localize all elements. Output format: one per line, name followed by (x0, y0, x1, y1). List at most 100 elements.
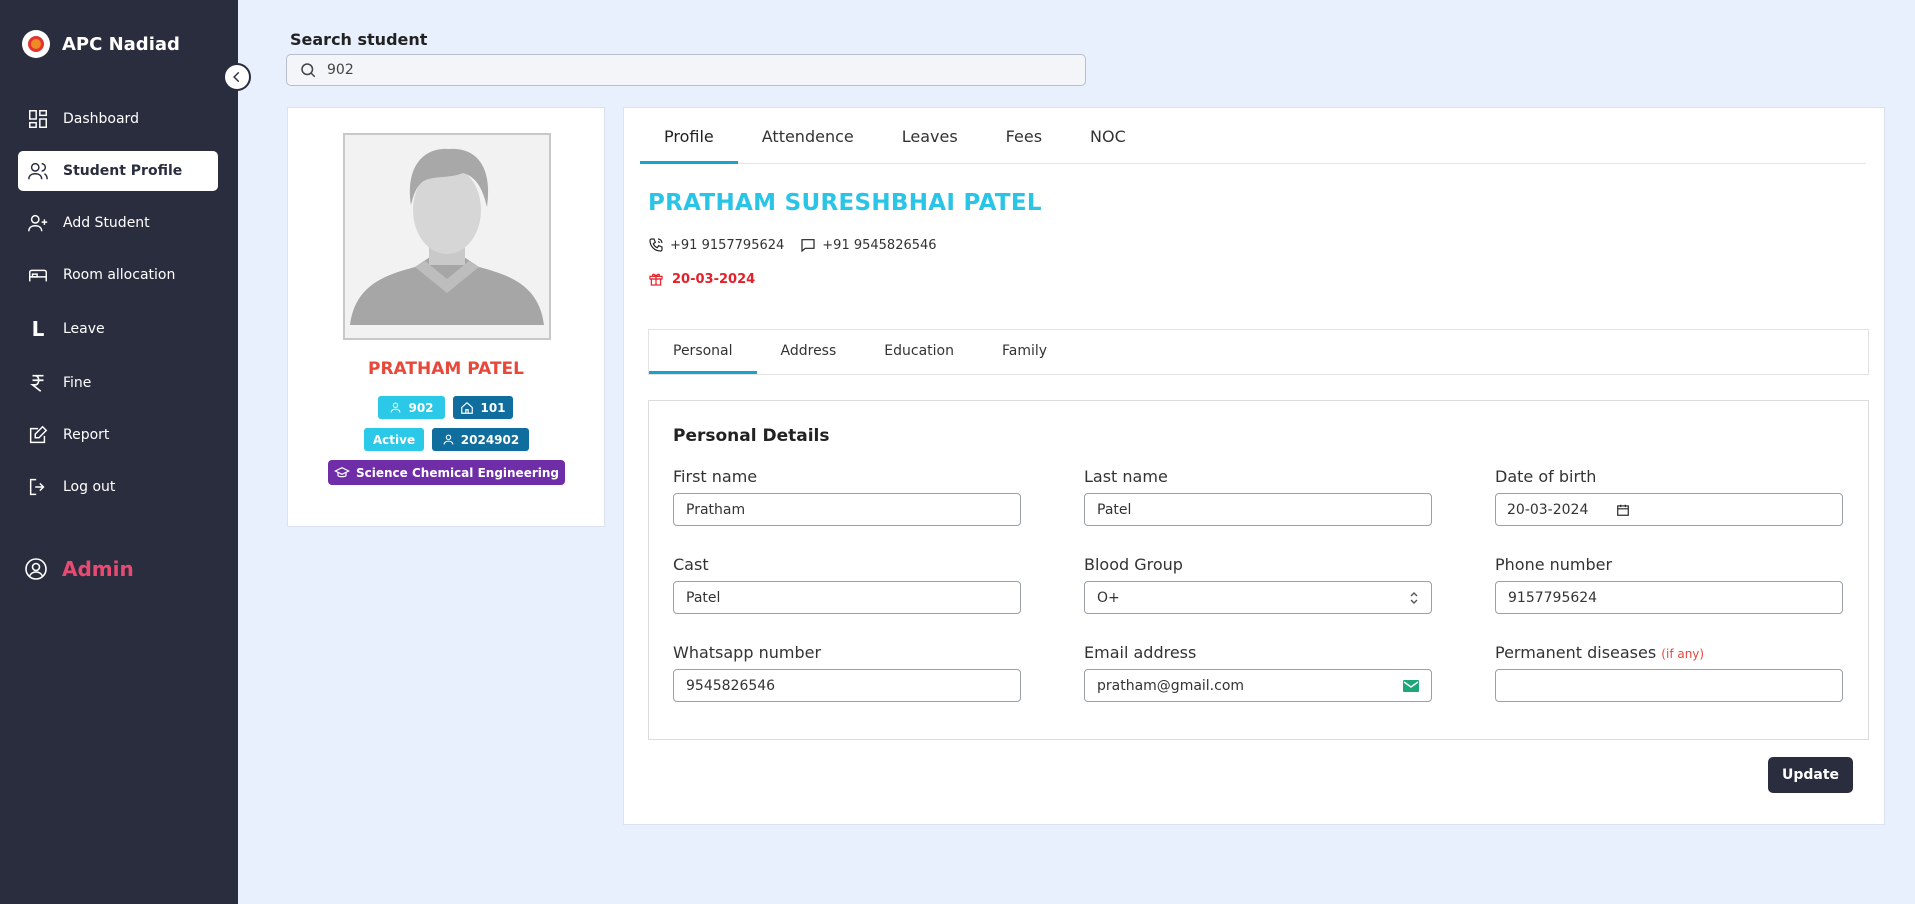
dob-value: 20-03-2024 (1507, 501, 1589, 518)
sidebar-item-label: Leave (63, 321, 105, 337)
email-field: Email address pratham@gmail.com (1084, 643, 1432, 702)
tab-leaves[interactable]: Leaves (878, 122, 982, 164)
student-full-name: PRATHAM SURESHBHAI PATEL (648, 190, 1042, 216)
sidebar-item-label: Student Profile (63, 163, 183, 179)
first-name-input[interactable] (673, 493, 1021, 526)
profile-tabs: Profile Attendence Leaves Fees NOC (640, 122, 1866, 164)
profile-card: PRATHAM PATEL 902 101 Active 2024902 Sci… (287, 107, 605, 527)
main-panel: Profile Attendence Leaves Fees NOC PRATH… (623, 107, 1885, 825)
tab-profile[interactable]: Profile (640, 122, 738, 164)
sidebar-collapse-button[interactable] (223, 63, 251, 91)
search-bar[interactable] (286, 54, 1086, 86)
admin-user[interactable]: Admin (24, 557, 134, 581)
phone-contact[interactable]: +91 9157795624 (648, 237, 784, 253)
subtab-education[interactable]: Education (860, 330, 978, 374)
user-plus-icon (28, 214, 48, 232)
detail-subtabs: Personal Address Education Family (648, 329, 1869, 375)
tab-noc[interactable]: NOC (1066, 122, 1150, 164)
field-label: Date of birth (1495, 467, 1597, 486)
blood-group-select[interactable]: O+ (1084, 581, 1432, 614)
subtab-personal[interactable]: Personal (649, 330, 757, 374)
sidebar-item-label: Log out (63, 479, 116, 495)
user-circle-icon (25, 558, 47, 580)
whatsapp-input[interactable] (673, 669, 1021, 702)
sidebar-item-student-profile[interactable]: Student Profile (18, 151, 218, 191)
sidebar-item-label: Add Student (63, 215, 150, 231)
field-label: Phone number (1495, 555, 1613, 574)
section-title: Personal Details (673, 426, 830, 446)
calendar-icon[interactable] (1616, 503, 1630, 517)
field-label: Cast (673, 555, 709, 574)
sidebar: APC Nadiad Dashboard Student Profile Add… (0, 0, 238, 904)
field-label: Whatsapp number (673, 643, 822, 662)
status-badge: Active (364, 428, 424, 451)
search-input[interactable] (327, 62, 1027, 78)
field-label: Blood Group (1084, 555, 1183, 574)
admin-label: Admin (62, 557, 134, 581)
blood-group-field: Blood Group O+ (1084, 555, 1432, 614)
select-arrows-icon (1410, 591, 1418, 604)
field-label: First name (673, 467, 758, 486)
update-button[interactable]: Update (1768, 757, 1853, 793)
diseases-input[interactable] (1495, 669, 1843, 702)
enrollment-badge: 2024902 (432, 428, 529, 451)
user-icon (391, 402, 401, 413)
last-name-input[interactable] (1084, 493, 1432, 526)
student-id-badge: 902 (378, 396, 445, 419)
field-label: Last name (1084, 467, 1168, 486)
sidebar-item-add-student[interactable]: Add Student (18, 203, 218, 243)
email-value: pratham@gmail.com (1097, 677, 1245, 694)
subtab-family[interactable]: Family (978, 330, 1071, 374)
phone-input[interactable] (1495, 581, 1843, 614)
letter-l-icon: L (31, 317, 45, 341)
avatar (343, 133, 551, 340)
user-icon (443, 434, 454, 445)
sidebar-item-fine[interactable]: Fine (18, 363, 218, 403)
whatsapp-field: Whatsapp number (673, 643, 1021, 702)
brand[interactable]: APC Nadiad (22, 30, 180, 58)
chevron-left-icon (233, 71, 240, 83)
search-icon (301, 63, 316, 78)
sidebar-item-label: Room allocation (63, 267, 176, 283)
sidebar-item-label: Fine (63, 375, 92, 391)
whatsapp-text: +91 9545826546 (822, 237, 937, 253)
profile-name: PRATHAM PATEL (368, 359, 524, 379)
tab-fees[interactable]: Fees (982, 122, 1066, 164)
phone-text: +91 9157795624 (670, 237, 785, 253)
personal-details-form: Personal Details First name Last name Da… (648, 400, 1869, 740)
dashboard-icon (29, 110, 47, 128)
diseases-label: Permanent diseases (1495, 643, 1657, 662)
contact-row: +91 9157795624 +91 9545826546 (648, 237, 937, 253)
first-name-field: First name (673, 467, 1021, 526)
sidebar-item-report[interactable]: Report (18, 415, 218, 455)
tab-attendence[interactable]: Attendence (738, 122, 878, 164)
sidebar-item-dashboard[interactable]: Dashboard (18, 99, 218, 139)
sidebar-item-room-allocation[interactable]: Room allocation (18, 255, 218, 295)
dob-field: Date of birth 20-03-2024 (1495, 467, 1843, 526)
whatsapp-contact[interactable]: +91 9545826546 (800, 237, 937, 253)
logout-icon (29, 478, 45, 496)
sidebar-item-logout[interactable]: Log out (18, 467, 218, 507)
graduation-cap-icon (333, 466, 350, 477)
diseases-field: Permanent diseases (if any) (1495, 643, 1843, 702)
home-icon (461, 401, 474, 414)
report-edit-icon (29, 425, 48, 444)
users-icon (28, 162, 48, 180)
email-input[interactable]: pratham@gmail.com (1084, 669, 1432, 702)
dob-input[interactable]: 20-03-2024 (1495, 493, 1843, 526)
status-value: Active (372, 432, 416, 447)
room-badge: 101 (453, 396, 513, 419)
course-value: Science Chemical Engineering (355, 465, 559, 480)
cast-input[interactable] (673, 581, 1021, 614)
brand-name: APC Nadiad (62, 33, 180, 55)
birthday-text: 20-03-2024 (672, 271, 756, 287)
field-label: Email address (1084, 643, 1197, 662)
student-id-value: 902 (408, 400, 434, 415)
room-value: 101 (480, 400, 506, 415)
brand-logo-icon (22, 30, 50, 58)
sidebar-item-leave[interactable]: L Leave (18, 307, 218, 351)
default-avatar-icon (345, 135, 549, 338)
subtab-address[interactable]: Address (757, 330, 861, 374)
diseases-hint: (if any) (1661, 647, 1705, 661)
birthday-row: 20-03-2024 (648, 271, 755, 287)
